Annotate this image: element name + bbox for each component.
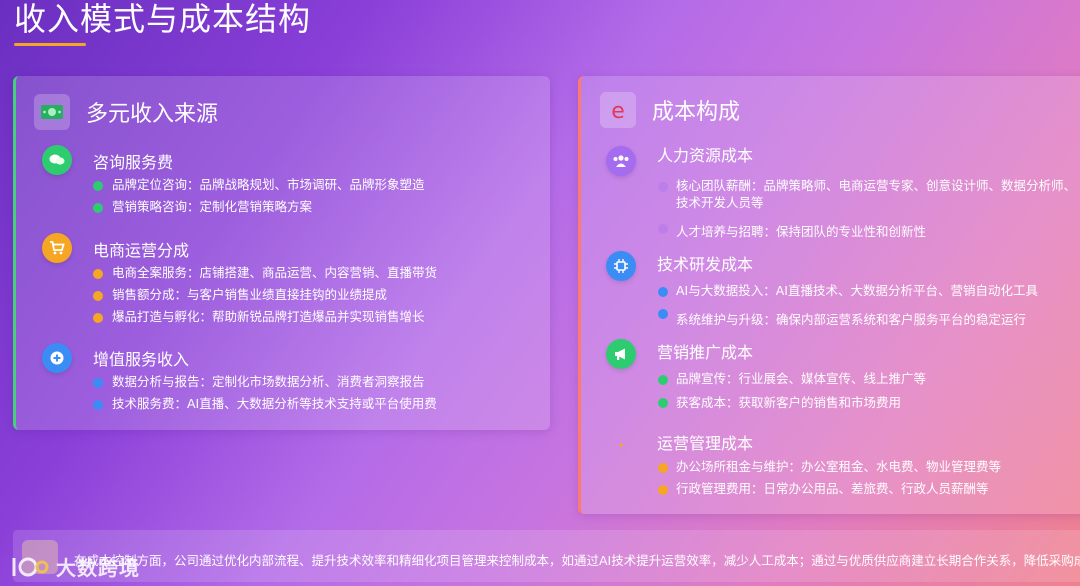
revenue-bullet: 品牌定位咨询：品牌战略规划、市场调研、品牌形象塑造: [112, 177, 425, 192]
bullet-dot: [658, 463, 668, 473]
bullet-dot: [658, 375, 668, 385]
revenue-title: 多元收入来源: [86, 102, 219, 127]
cost-bullet: 行政管理费用：日常办公用品、差旅费、行政人员薪酬等: [676, 481, 989, 496]
bullet-dot: [93, 291, 103, 301]
page-title: 收入模式与成本结构: [14, 0, 312, 38]
revenue-bullet: 数据分析与报告：定制化市场数据分析、消费者洞察报告: [112, 374, 425, 389]
title-underline: [14, 43, 86, 46]
watermark: 大数跨境: [10, 552, 140, 581]
money-icon: [34, 94, 70, 130]
footer-text: 在成本控制方面，公司通过优化内部流程、提升技术效率和精细化项目管理来控制成本，如…: [74, 553, 1080, 568]
cart-icon: [42, 233, 72, 263]
revenue-section-title: 增值服务收入: [93, 350, 190, 369]
revenue-bullet: 技术服务费：AI直播、大数据分析等技术支持或平台使用费: [112, 396, 437, 411]
team-icon: [606, 146, 636, 176]
watermark-text: 大数跨境: [56, 556, 140, 580]
revenue-section-title: 电商运营分成: [93, 241, 190, 260]
bullet-dot: [658, 224, 668, 234]
megaphone-icon: [606, 339, 636, 369]
revenue-bullet: 电商全案服务：店铺搭建、商品运营、内容营销、直播带货: [112, 265, 438, 280]
building-icon: [606, 430, 636, 460]
bullet-dot: [658, 182, 668, 192]
revenue-bullet: 销售额分成：与客户销售业绩直接挂钩的业绩提成: [112, 287, 388, 302]
revenue-bullet: 营销策略咨询：定制化营销策略方案: [112, 199, 313, 214]
chip-icon: [606, 251, 636, 281]
bullet-dot: [658, 398, 668, 408]
bullet-dot: [658, 309, 668, 319]
bullet-dot: [93, 378, 103, 388]
cost-title: 成本构成: [652, 100, 741, 125]
cost-section-title: 运营管理成本: [657, 434, 754, 453]
cost-bullet: 品牌宣传：行业展会、媒体宣传、线上推广等: [676, 371, 927, 386]
cost-section-title: 技术研发成本: [657, 255, 754, 274]
cost-bullet: AI与大数据投入：AI直播技术、大数据分析平台、营销自动化工具: [676, 283, 1038, 298]
cost-section-title: 营销推广成本: [657, 343, 754, 362]
revenue-bullet: 爆品打造与孵化：帮助新锐品牌打造爆品并实现销售增长: [112, 309, 425, 324]
chat-icon: [42, 145, 72, 175]
svg-text:e: e: [611, 99, 625, 122]
cost-section-title: 人力资源成本: [657, 146, 754, 165]
bullet-dot: [93, 269, 103, 279]
bullet-dot: [658, 287, 668, 297]
bullet-dot: [93, 400, 103, 410]
bullet-dot: [93, 181, 103, 191]
cost-bullet: 办公场所租金与维护：办公室租金、水电费、物业管理费等: [676, 459, 1002, 474]
cost-header: e 成本构成: [600, 92, 740, 128]
cost-bullet: 核心团队薪酬：品牌策略师、电商运营专家、创意设计师、数据分析师、技术开发人员等: [676, 178, 1077, 210]
watermark-logo-icon: [12, 557, 49, 576]
bullet-dot: [93, 313, 103, 323]
plus-icon: [42, 343, 72, 373]
bullet-dot: [658, 485, 668, 495]
cost-bullet: 人才培养与招聘：保持团队的专业性和创新性: [676, 224, 927, 239]
euro-icon: e: [600, 92, 636, 128]
cost-bullet: 获客成本：获取新客户的销售和市场费用: [676, 395, 902, 410]
bullet-dot: [93, 203, 103, 213]
revenue-header: 多元收入来源: [34, 94, 218, 130]
cost-bullet: 系统维护与升级：确保内部运营系统和客户服务平台的稳定运行: [676, 312, 1027, 327]
revenue-section-title: 咨询服务费: [93, 153, 174, 172]
